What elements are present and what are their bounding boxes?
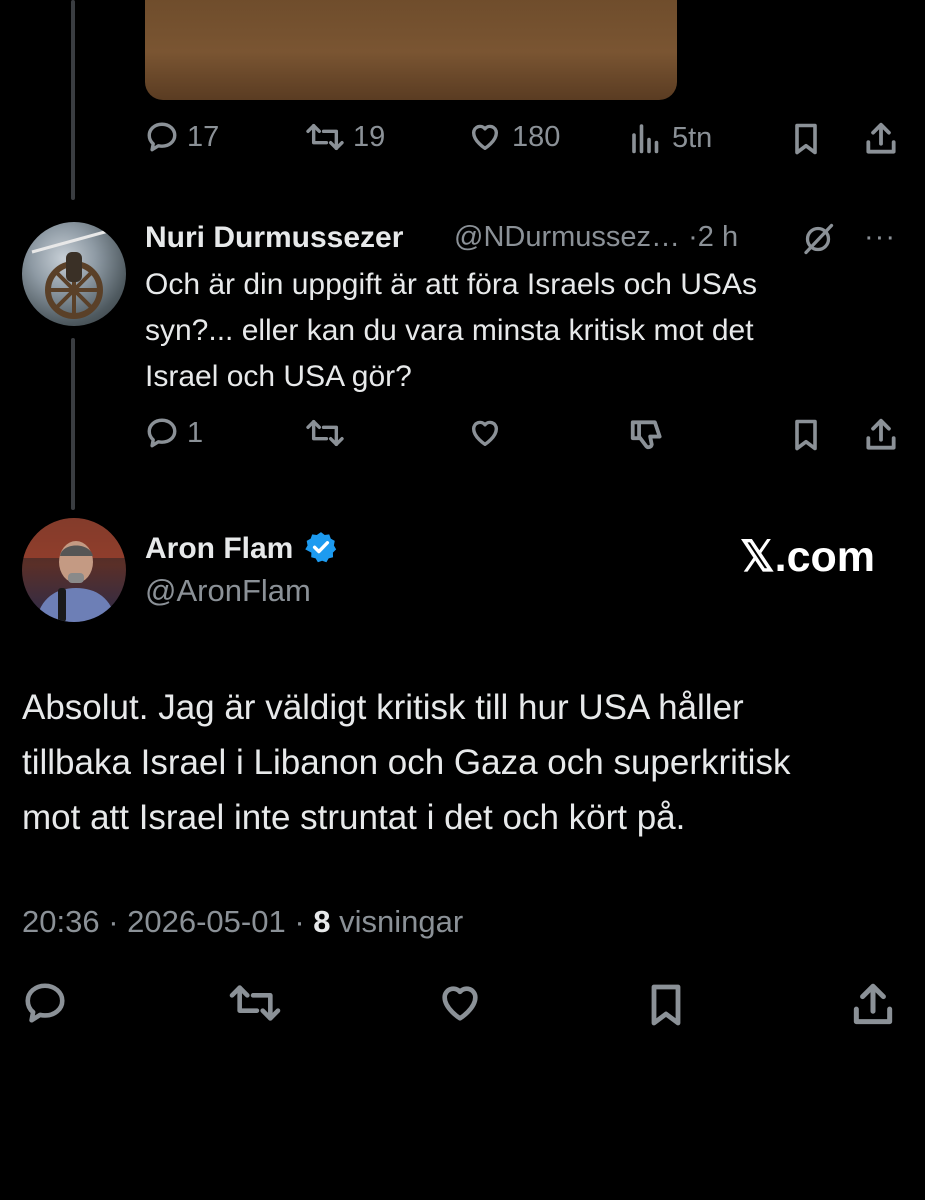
repost-count: 19: [353, 120, 386, 153]
main-repost-button[interactable]: [228, 980, 282, 1026]
bookmark-icon: [795, 123, 817, 155]
like-count: 180: [512, 120, 561, 153]
share-icon: [853, 983, 893, 1025]
reply-author-name[interactable]: Nuri Durmussezer: [145, 221, 403, 255]
share-icon: [866, 122, 896, 154]
thread-line-bottom: [71, 338, 75, 510]
tweet-timestamp[interactable]: 20:36 · 2026-05-01 · 8 visningar: [22, 904, 463, 940]
share-icon: [866, 418, 896, 450]
thumbs-down-icon: [630, 420, 662, 450]
reply-text: Och är din uppgift är att föra Israels o…: [145, 262, 757, 400]
main-tweet-text: Absolut. Jag är väldigt kritisk till hur…: [22, 680, 790, 845]
meta-separator: ·: [285, 904, 314, 939]
views-count: 8: [313, 904, 331, 939]
bookmark-icon: [651, 984, 681, 1026]
media-card[interactable]: [145, 0, 677, 100]
reply-button[interactable]: 17: [145, 120, 219, 154]
bookmark-icon: [795, 419, 817, 451]
repost-icon: [306, 123, 344, 151]
meta-separator: ·: [688, 221, 698, 253]
tweet-time: 20:36: [22, 904, 100, 939]
verified-badge-icon: [304, 532, 336, 563]
reply-reply-button[interactable]: 1: [145, 416, 203, 450]
main-text-line: tillbaka Israel i Libanon och Gaza och s…: [22, 743, 791, 782]
thread-line-top: [71, 0, 75, 200]
avatar-image: [22, 518, 126, 622]
reply-bookmark-button[interactable]: [788, 416, 824, 454]
avatar-aron[interactable]: [22, 518, 126, 622]
view-count: 5tn: [672, 121, 713, 154]
views-button[interactable]: 5tn: [628, 120, 712, 156]
main-author-name[interactable]: Aron Flam: [145, 530, 338, 566]
main-share-button[interactable]: [848, 980, 898, 1030]
main-reply-button[interactable]: [22, 980, 68, 1026]
avatar-image: [31, 228, 113, 319]
repost-icon: [229, 985, 281, 1021]
reply-text-line: syn?... eller kan du vara minsta kritisk…: [145, 314, 754, 347]
reply-author-handle[interactable]: @NDurmussez… ·2 h: [454, 221, 738, 254]
heart-icon: [442, 986, 478, 1021]
repost-icon: [306, 419, 344, 447]
bookmark-button[interactable]: [788, 120, 824, 158]
reply-icon: [147, 418, 177, 448]
like-button[interactable]: 180: [466, 120, 560, 154]
grok-icon-button[interactable]: [800, 221, 836, 262]
main-author-name-text: Aron Flam: [145, 532, 294, 565]
reply-time: 2 h: [697, 221, 739, 253]
main-like-button[interactable]: [434, 980, 486, 1026]
x-com-watermark: 𝕏.com: [740, 533, 876, 581]
reply-reply-count: 1: [187, 416, 204, 449]
reply-handle-text: @NDurmussez…: [454, 221, 681, 253]
reply-repost-button[interactable]: [305, 416, 345, 450]
reply-downvote-button[interactable]: [628, 416, 666, 454]
grok-icon: [804, 223, 834, 255]
reply-icon: [25, 983, 65, 1023]
reply-like-button[interactable]: [466, 416, 504, 450]
views-label: visningar: [339, 904, 464, 939]
reply-icon: [147, 122, 177, 152]
share-button[interactable]: [862, 120, 900, 158]
main-text-line: Absolut. Jag är väldigt kritisk till hur…: [22, 688, 744, 727]
main-bookmark-button[interactable]: [642, 980, 690, 1030]
reply-count: 17: [187, 120, 220, 153]
more-options-button[interactable]: ···: [864, 221, 896, 254]
reply-text-line: Israel och USA gör?: [145, 360, 412, 393]
analytics-icon: [632, 124, 659, 154]
heart-icon: [471, 124, 499, 151]
reply-share-button[interactable]: [862, 416, 900, 454]
heart-icon: [471, 420, 499, 447]
main-author-handle[interactable]: @AronFlam: [145, 573, 311, 609]
repost-button[interactable]: 19: [305, 120, 385, 154]
main-text-line: mot att Israel inte struntat i det och k…: [22, 798, 686, 837]
avatar-nuri[interactable]: [22, 222, 126, 326]
tweet-date: 2026-05-01: [127, 904, 286, 939]
meta-separator: ·: [99, 904, 128, 939]
reply-text-line: Och är din uppgift är att föra Israels o…: [145, 268, 757, 301]
